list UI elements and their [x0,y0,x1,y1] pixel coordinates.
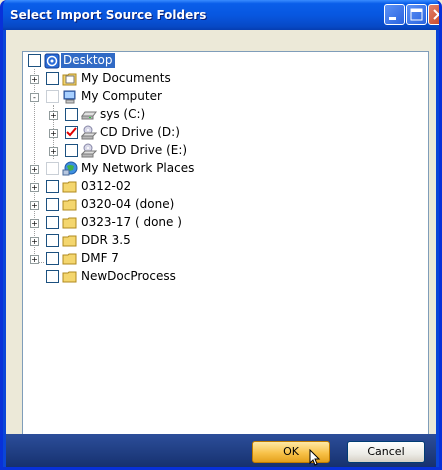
cancel-button[interactable]: Cancel [347,441,425,463]
dialog-client-area: Desktop + My Documents - My Computer + s… [6,30,436,467]
sys-c-checkbox[interactable] [65,108,78,121]
tree-item-label: DVD Drive (E:) [100,143,188,157]
tree-item-label: 0320-04 (done) [81,197,175,211]
cd-drive-d-checkbox[interactable] [65,126,78,139]
expand-toggle[interactable]: + [30,255,39,264]
tree-item-folder-0320-04[interactable]: + 0320-04 (done) [23,196,428,214]
folder-ddr-3-5-checkbox[interactable] [46,234,59,247]
tree-item-label: 0323-17 ( done ) [81,215,182,229]
network-places-icon [62,161,78,176]
folder-newdocprocess-checkbox[interactable] [46,270,59,283]
expand-toggle[interactable]: + [30,165,39,174]
folder-icon [62,199,77,211]
folder-icon [62,217,77,229]
expand-toggle[interactable]: + [30,75,39,84]
checkmark-icon [66,127,77,137]
collapse-toggle[interactable]: - [30,93,39,102]
folder-icon [62,271,77,283]
expand-toggle[interactable]: + [49,111,58,120]
tree-item-my-computer[interactable]: - My Computer [23,88,428,106]
my-network-places-checkbox[interactable] [46,162,59,175]
expand-toggle[interactable]: + [30,201,39,210]
tree-item-folder-dmf-7[interactable]: + DMF 7 [23,250,428,268]
tree-item-cd-drive-d[interactable]: + CD Drive (D:) [23,124,428,142]
folder-tree[interactable]: Desktop + My Documents - My Computer + s… [22,51,429,436]
maximize-icon [410,8,423,21]
tree-item-sys-c[interactable]: + sys (C:) [23,106,428,124]
my-computer-icon [63,90,76,104]
folder-icon [62,253,77,265]
dvd-drive-icon [81,143,97,158]
dvd-drive-e-checkbox[interactable] [65,144,78,157]
tree-item-label: 0312-02 [81,179,132,193]
tree-item-label: My Computer [81,89,162,103]
my-documents-checkbox[interactable] [46,72,59,85]
hard-drive-icon [81,111,97,120]
expand-toggle[interactable]: + [49,147,58,156]
tree-item-dvd-drive-e[interactable]: + DVD Drive (E:) [23,142,428,160]
expand-toggle[interactable]: + [30,183,39,192]
close-icon [433,9,439,20]
folder-0320-04-checkbox[interactable] [46,198,59,211]
mouse-pointer-icon [309,449,321,466]
maximize-button[interactable] [406,4,427,25]
minimize-button[interactable] [384,4,405,25]
button-bar: OK Cancel [6,434,436,467]
expand-toggle[interactable]: + [30,219,39,228]
tree-item-my-documents[interactable]: + My Documents [23,70,428,88]
tree-item-folder-newdocprocess[interactable]: NewDocProcess [23,268,428,286]
tree-item-my-network-places[interactable]: + My Network Places [23,160,428,178]
folder-0323-17-checkbox[interactable] [46,216,59,229]
tree-item-desktop[interactable]: Desktop [23,52,428,70]
folder-icon [62,181,77,193]
tree-item-folder-0323-17[interactable]: + 0323-17 ( done ) [23,214,428,232]
tree-item-label: NewDocProcess [81,269,176,283]
my-documents-icon [62,73,77,86]
tree-item-label: DDR 3.5 [81,233,131,247]
tree-item-folder-0312-02[interactable]: + 0312-02 [23,178,428,196]
dialog-window: Select Import Source Folders Desktop + M… [0,0,442,470]
desktop-checkbox[interactable] [28,54,41,67]
expand-toggle[interactable]: + [30,237,39,246]
minimize-icon [389,17,396,20]
tree-item-label: My Network Places [81,161,195,175]
cd-drive-icon [81,125,97,140]
tree-item-label: sys (C:) [100,107,146,121]
my-computer-checkbox[interactable] [46,90,59,103]
tree-item-folder-ddr-3-5[interactable]: + DDR 3.5 [23,232,428,250]
folder-dmf-7-checkbox[interactable] [46,252,59,265]
tree-item-label: CD Drive (D:) [100,125,180,139]
folder-icon [62,235,77,247]
expand-toggle[interactable]: + [49,129,58,138]
tree-item-label: DMF 7 [81,251,119,265]
tree-item-label: Desktop [61,53,115,68]
title-bar[interactable]: Select Import Source Folders [3,0,439,30]
folder-0312-02-checkbox[interactable] [46,180,59,193]
tree-item-label: My Documents [81,71,171,85]
desktop-icon [44,53,60,69]
window-title: Select Import Source Folders [10,8,207,22]
close-button[interactable] [428,4,439,25]
